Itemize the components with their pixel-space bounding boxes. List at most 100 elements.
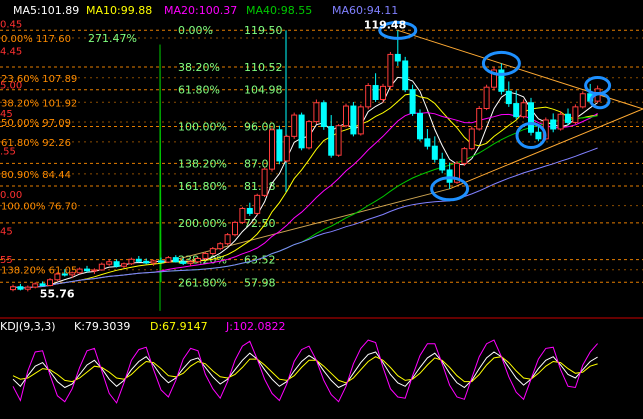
- fib-right-percent-label: 61.80%: [178, 84, 220, 97]
- candle-down: [528, 102, 534, 133]
- fib-left-label: 0.00% 117.60: [1, 34, 71, 45]
- candle-up: [579, 93, 586, 108]
- candle-up: [468, 128, 475, 150]
- candle-up: [232, 221, 238, 236]
- candle-down: [372, 85, 379, 100]
- left-axis-label: 0.00: [0, 190, 22, 201]
- fib-right-percent-label: 100.00%: [178, 121, 227, 134]
- candle-up: [476, 108, 483, 130]
- candle-up: [98, 263, 105, 271]
- fib-right-price-label: 63.52: [244, 254, 276, 267]
- candle-up: [306, 121, 312, 149]
- candle-up: [69, 272, 76, 276]
- candle-up: [224, 234, 231, 245]
- legend-ma10: MA10:99.88: [86, 4, 152, 17]
- candle-up: [254, 194, 261, 214]
- candle-down: [431, 145, 438, 160]
- candle-up: [165, 257, 172, 263]
- candle-up: [357, 106, 364, 135]
- candle-down: [61, 273, 68, 276]
- candle-up: [283, 135, 290, 162]
- fib-right-percent-label: 0.00%: [178, 24, 213, 37]
- candle-up: [150, 260, 157, 264]
- candle-down: [513, 103, 520, 118]
- kdj-k-value: K:79.3039: [74, 320, 130, 333]
- candle-up: [380, 85, 386, 100]
- left-axis-label: 4.45: [0, 46, 22, 57]
- candle-down: [172, 257, 179, 263]
- candle-up: [343, 105, 349, 127]
- left-axis-label: 55: [0, 255, 13, 266]
- candle-down: [550, 119, 557, 130]
- candle-down: [143, 260, 150, 264]
- chart-svg: MA5:101.89 MA10:99.88 MA20:100.37 MA40:9…: [0, 0, 643, 415]
- candle-up: [291, 114, 298, 137]
- candle-up: [121, 263, 127, 267]
- candle-down: [276, 129, 283, 162]
- stock-chart: MA5:101.89 MA10:99.88 MA20:100.37 MA40:9…: [0, 0, 643, 415]
- candle-up: [461, 148, 468, 164]
- candle-up: [313, 102, 320, 123]
- fib-right-price-label: 72.50: [244, 217, 276, 230]
- candle-up: [195, 257, 201, 263]
- candle-up: [483, 86, 490, 109]
- legend-ma5: MA5:101.89: [13, 4, 79, 17]
- candle-down: [565, 113, 571, 123]
- candle-down: [135, 258, 142, 262]
- candle-up: [54, 273, 61, 281]
- candle-up: [202, 253, 209, 259]
- candle-up: [47, 279, 53, 286]
- high-price-label: 119.48: [364, 18, 406, 31]
- candle-down: [409, 89, 416, 114]
- candle-down: [535, 131, 542, 140]
- candle-down: [298, 114, 305, 149]
- candle-up: [209, 248, 216, 255]
- fib-left-percent: 271.47%: [88, 32, 137, 45]
- candle-up: [24, 286, 31, 290]
- candle-down: [505, 90, 512, 105]
- candle-down: [113, 261, 120, 267]
- candle-down: [402, 60, 409, 91]
- candle-up: [335, 125, 342, 156]
- kdj-j-value: J:102.0822: [225, 320, 285, 333]
- candle-down: [350, 105, 357, 135]
- candle-up: [32, 283, 39, 288]
- candle-up: [572, 106, 579, 123]
- fib-right-percent-label: 138.20%: [178, 157, 227, 170]
- candle-up: [128, 258, 135, 265]
- candle-down: [446, 169, 453, 183]
- left-axis-label: 45: [0, 227, 13, 238]
- candle-down: [439, 158, 446, 171]
- fib-right-percent-label: 161.80%: [178, 180, 227, 193]
- candle-down: [84, 268, 90, 272]
- fib-left-label: 38.20% 101.92: [1, 98, 77, 109]
- candle-up: [557, 113, 564, 130]
- candle-down: [246, 207, 253, 214]
- candle-up: [217, 243, 224, 250]
- legend-ma60: MA60:94.11: [332, 4, 398, 17]
- fib-right-percent-label: 38.20%: [178, 61, 220, 74]
- left-axis-label: 45: [0, 109, 13, 120]
- fib-right-percent-label: 261.80%: [178, 276, 227, 289]
- candle-up: [387, 53, 394, 87]
- low-price-label: 55.76: [40, 287, 75, 300]
- left-axis-label: 5.00: [0, 81, 22, 92]
- candle-down: [39, 283, 46, 287]
- kdj-d-value: D:67.9147: [150, 320, 208, 333]
- candle-down: [424, 138, 431, 147]
- candle-down: [328, 126, 335, 156]
- fib-right-price-label: 104.98: [244, 84, 283, 97]
- candle-up: [76, 268, 83, 274]
- candle-down: [320, 102, 327, 128]
- candle-up: [239, 207, 246, 223]
- kdj-name: KDJ(9,3,3): [0, 320, 56, 333]
- candle-down: [158, 260, 164, 263]
- candle-down: [180, 261, 187, 264]
- legend-ma40: MA40:98.55: [246, 4, 312, 17]
- candle-down: [394, 53, 401, 62]
- fib-left-label: 80.90% 84.44: [1, 170, 71, 181]
- left-axis-label: 0.45: [0, 19, 22, 30]
- legend-ma20: MA20:100.37: [164, 4, 237, 17]
- candle-up: [187, 261, 194, 264]
- candle-up: [365, 85, 372, 108]
